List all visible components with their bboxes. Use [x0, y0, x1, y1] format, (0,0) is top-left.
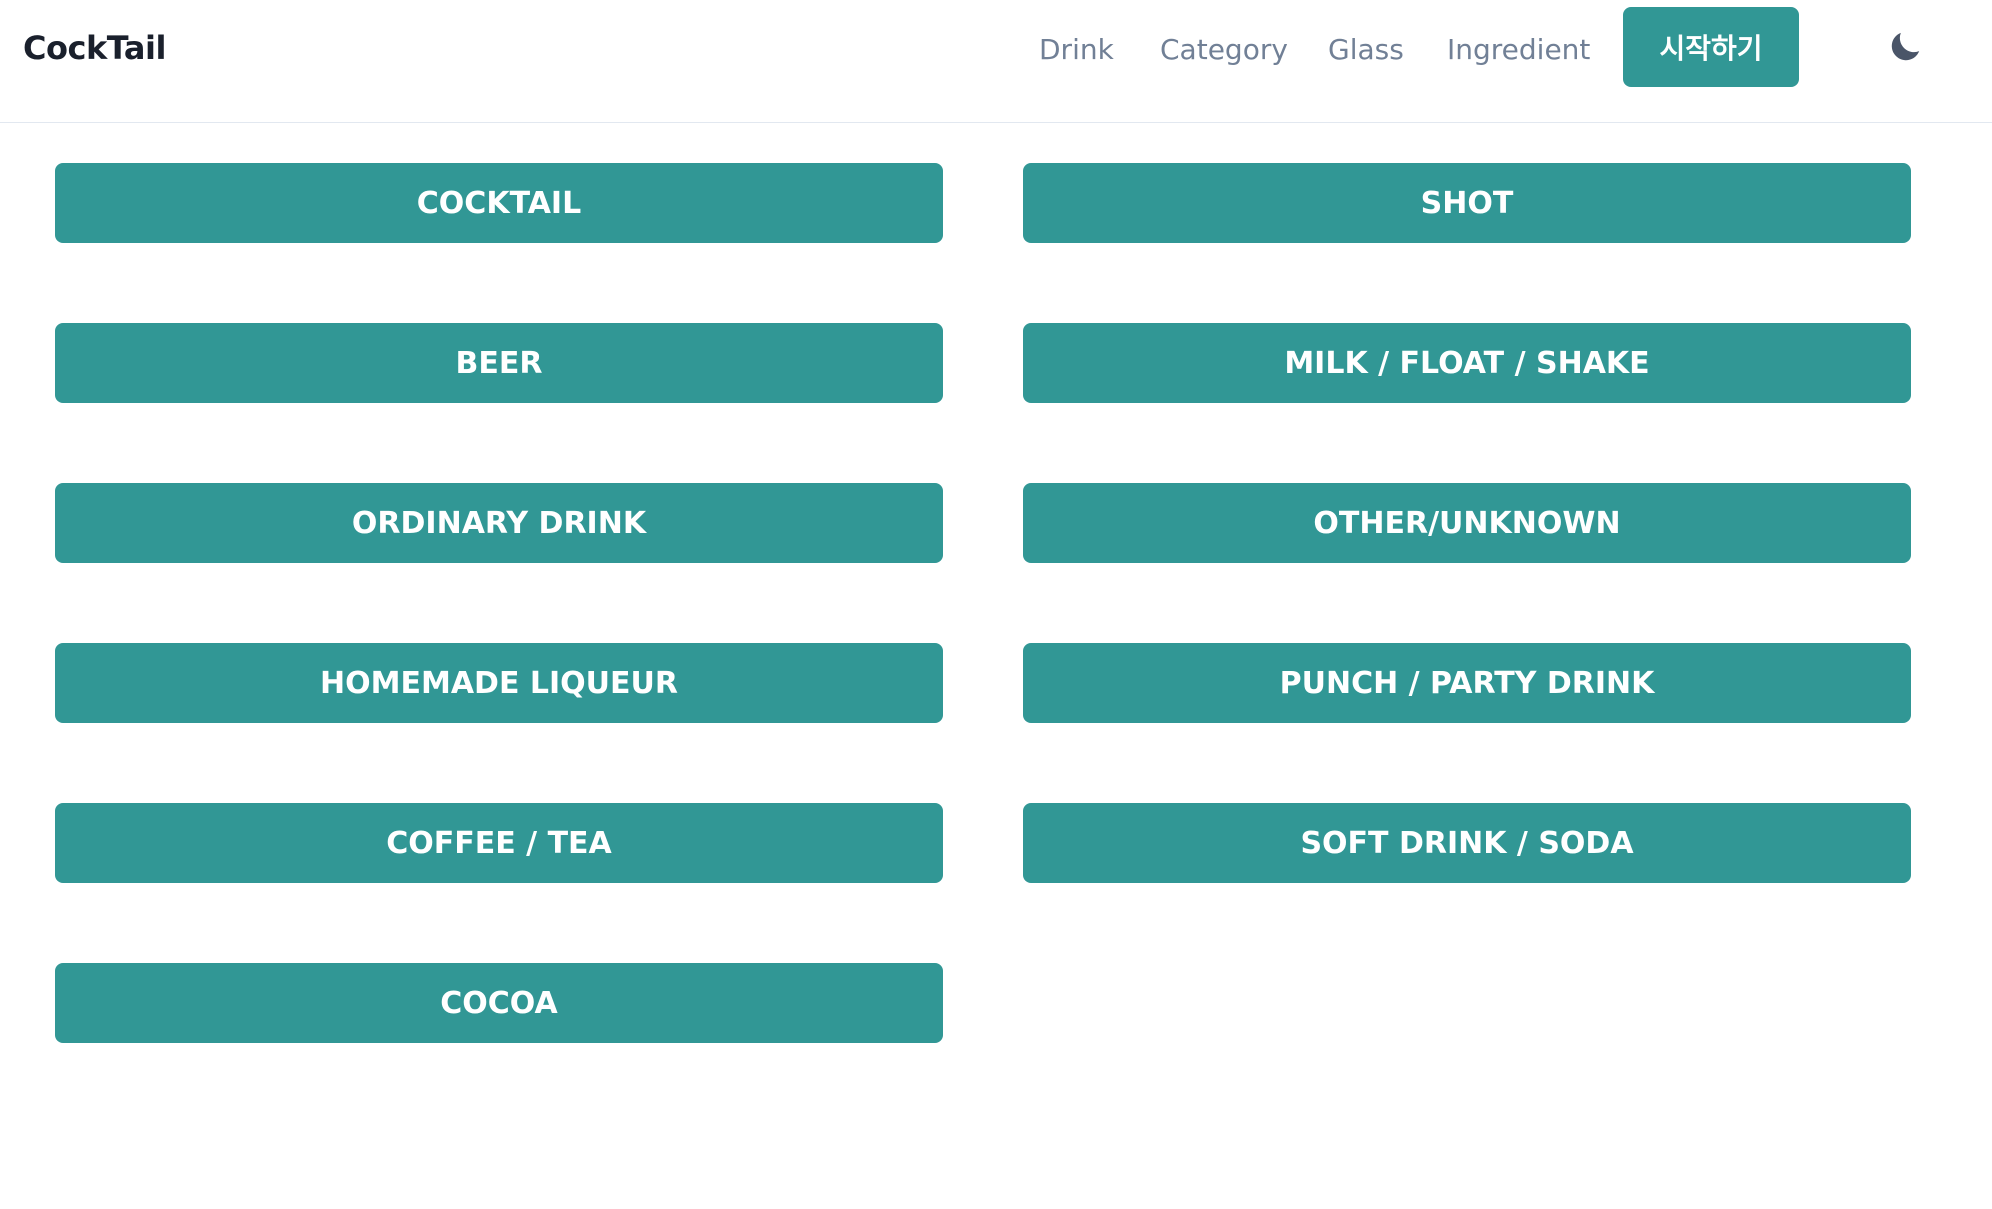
category-button-beer[interactable]: BEER — [55, 323, 943, 403]
category-button-milk-float-shake[interactable]: MILK / FLOAT / SHAKE — [1023, 323, 1911, 403]
category-button-coffee-tea[interactable]: COFFEE / TEA — [55, 803, 943, 883]
category-button-ordinary-drink[interactable]: ORDINARY DRINK — [55, 483, 943, 563]
category-button-cocktail[interactable]: COCKTAIL — [55, 163, 943, 243]
category-button-homemade-liqueur[interactable]: HOMEMADE LIQUEUR — [55, 643, 943, 723]
category-button-shot[interactable]: SHOT — [1023, 163, 1911, 243]
category-button-punch-party-drink[interactable]: PUNCH / PARTY DRINK — [1023, 643, 1911, 723]
category-button-cocoa[interactable]: COCOA — [55, 963, 943, 1043]
category-button-soft-drink-soda[interactable]: SOFT DRINK / SODA — [1023, 803, 1911, 883]
category-button-other-unknown[interactable]: OTHER/UNKNOWN — [1023, 483, 1911, 563]
category-grid: COCKTAIL SHOT BEER MILK / FLOAT / SHAKE … — [0, 0, 1992, 1209]
